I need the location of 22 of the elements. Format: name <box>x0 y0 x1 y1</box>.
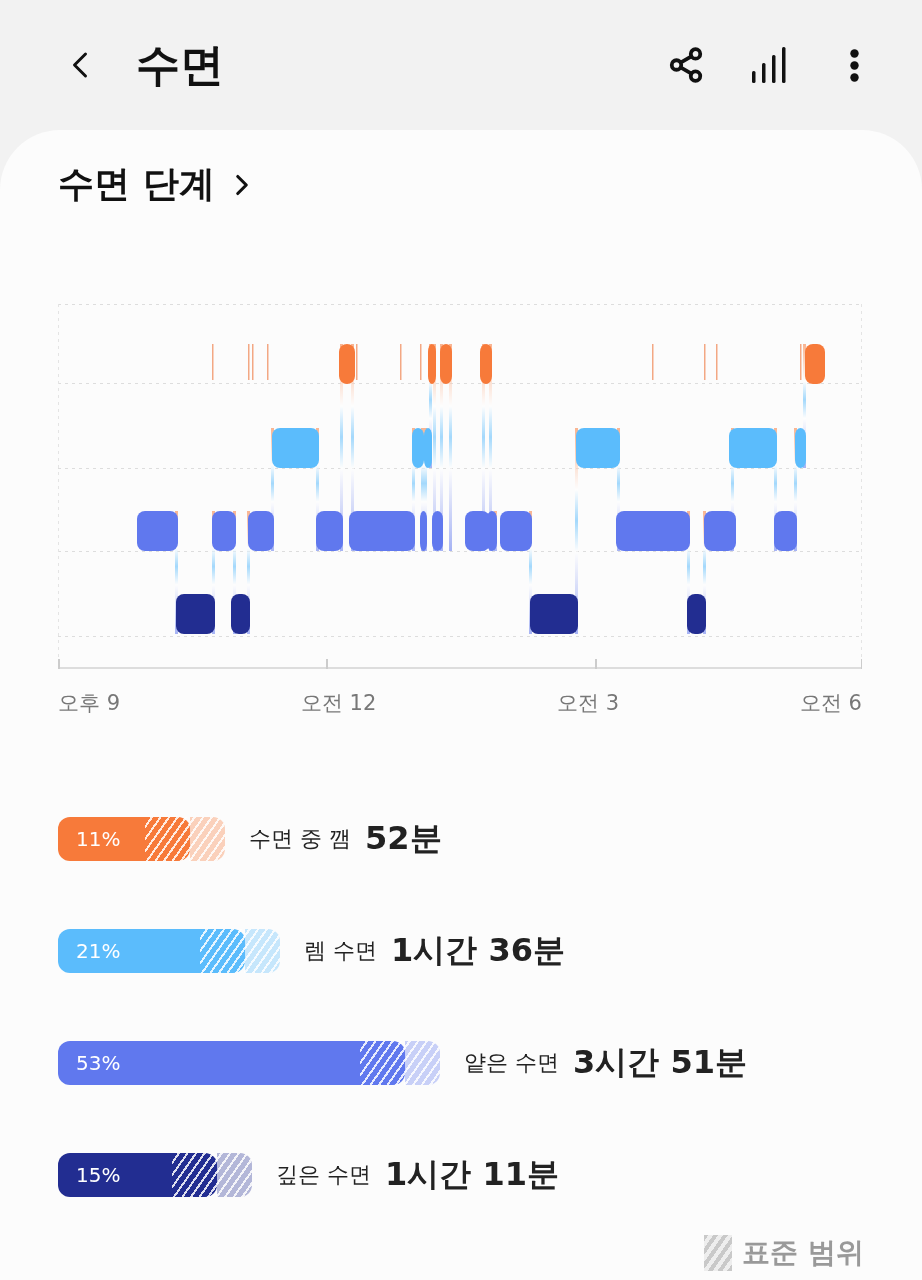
axis-label: 오후 9 <box>58 690 121 717</box>
stage-label: 얕은 수면 <box>464 1049 559 1077</box>
hatch-swatch-icon <box>704 1235 733 1271</box>
stage-bar: 11% <box>58 817 190 861</box>
stage-label: 렘 수면 <box>304 937 377 965</box>
legend-label: 표준 범위 <box>742 1235 864 1271</box>
stage-bar: 53% <box>58 1041 405 1085</box>
share-icon <box>667 46 705 84</box>
axis-label: 오전 12 <box>300 690 377 717</box>
axis-label: 오전 3 <box>557 690 620 717</box>
stage-duration: 52분 <box>365 818 442 859</box>
stage-duration: 1시간 11분 <box>385 1154 559 1195</box>
axis-label: 오전 6 <box>799 690 862 717</box>
more-icon <box>849 48 859 82</box>
stage-label: 깊은 수면 <box>276 1161 371 1189</box>
page-title: 수면 <box>136 37 225 92</box>
stage-label: 수면 중 깸 <box>249 825 351 853</box>
sleep-stages-link[interactable]: 수면 단계 <box>58 160 259 209</box>
stage-duration: 1시간 36분 <box>391 930 565 971</box>
stage-bar: 21% <box>58 929 245 973</box>
stage-bar: 15% <box>58 1153 217 1197</box>
stage-duration: 3시간 51분 <box>573 1042 747 1083</box>
